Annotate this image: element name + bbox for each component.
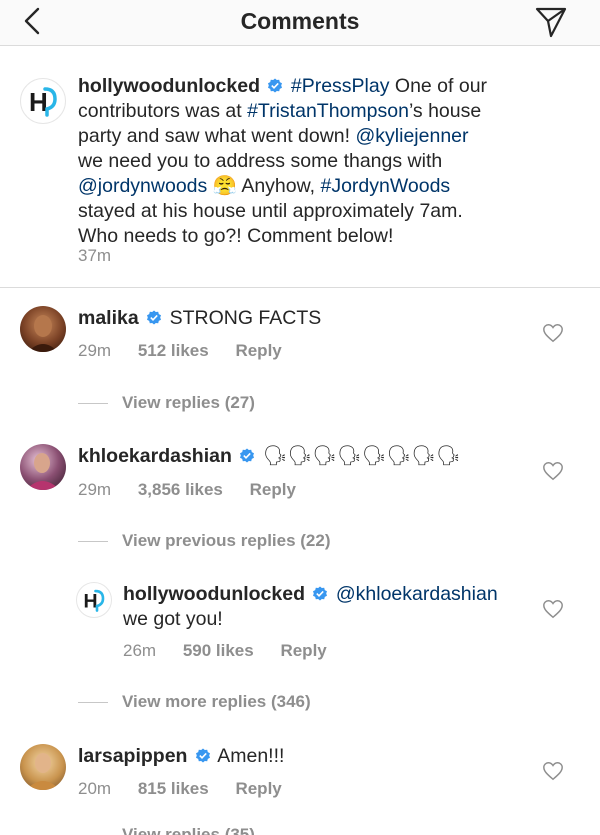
verified-badge-icon xyxy=(268,78,283,93)
divider-line xyxy=(78,702,108,704)
comment-text: larsapippen Amen!!! xyxy=(78,744,284,769)
likes-count[interactable]: 3,856 likes xyxy=(138,480,223,499)
reply-button[interactable]: Reply xyxy=(280,641,326,660)
divider-line xyxy=(78,403,108,405)
reply-text: hollywoodunlocked @khloekardashian we go… xyxy=(123,582,543,632)
caption-line: ’s house xyxy=(408,100,482,122)
svg-text:H: H xyxy=(84,591,98,613)
caption-line: stayed at his house until approximately … xyxy=(78,200,463,222)
avatar[interactable]: H xyxy=(20,78,66,124)
divider-line xyxy=(78,541,108,543)
caption-line: party and saw what went down! xyxy=(78,125,356,147)
view-more-replies-button[interactable]: View more replies (346) xyxy=(78,692,311,712)
comment-username[interactable]: khloekardashian xyxy=(78,445,232,467)
likes-count[interactable]: 815 likes xyxy=(138,779,209,798)
comment-username[interactable]: malika xyxy=(78,307,139,329)
hashtag-link[interactable]: #JordynWoods xyxy=(320,175,450,197)
svg-text:H: H xyxy=(29,87,48,117)
view-replies-label: View more replies (346) xyxy=(122,692,311,711)
like-heart-icon[interactable] xyxy=(542,598,564,620)
view-replies-button[interactable]: View replies (27) xyxy=(78,393,255,413)
mention-link[interactable]: @jordynwoods xyxy=(78,175,207,197)
timestamp: 26m xyxy=(123,641,157,660)
avatar[interactable] xyxy=(20,744,66,790)
like-heart-icon[interactable] xyxy=(542,460,564,482)
hollywoodunlocked-logo-icon: H xyxy=(29,87,57,117)
hashtag-link[interactable]: #PressPlay xyxy=(291,75,390,97)
comment-body: STRONG FACTS xyxy=(169,307,322,329)
timestamp: 29m xyxy=(78,480,112,499)
emoji: 😤 xyxy=(212,175,237,197)
reply-body: we got you! xyxy=(123,608,223,630)
comment-text: malika STRONG FACTS xyxy=(78,306,321,331)
timestamp: 20m xyxy=(78,779,112,798)
comment-text: khloekardashian 🗣🗣🗣🗣🗣🗣🗣🗣 xyxy=(78,444,461,469)
caption-line: One of our xyxy=(389,75,488,97)
view-replies-label: View previous replies (22) xyxy=(122,531,331,550)
comment-meta: 20m 815 likes Reply xyxy=(78,779,304,799)
caption-line: Who needs to go?! Comment below! xyxy=(78,225,394,247)
comment-meta: 29m 512 likes Reply xyxy=(78,341,304,361)
view-replies-label: View replies (35) xyxy=(122,825,255,835)
caption-line: Anyhow, xyxy=(236,175,321,197)
comment-body: Amen!!! xyxy=(217,745,285,767)
like-heart-icon[interactable] xyxy=(542,322,564,344)
reply-button[interactable]: Reply xyxy=(250,480,296,499)
likes-count[interactable]: 590 likes xyxy=(183,641,254,660)
caption-line: we need you to address some thangs with xyxy=(78,150,443,172)
comment-meta: 29m 3,856 likes Reply xyxy=(78,480,318,500)
verified-badge-icon xyxy=(147,310,162,325)
page-title: Comments xyxy=(240,8,360,34)
reply-button[interactable]: Reply xyxy=(235,779,281,798)
verified-badge-icon xyxy=(195,748,210,763)
post-caption: H hollywoodunlocked #PressPlay One of ou… xyxy=(0,46,600,288)
avatar-photo-icon xyxy=(28,315,58,352)
caption-line: contributors was at xyxy=(78,100,248,122)
timestamp: 29m xyxy=(78,341,112,360)
comment-username[interactable]: larsapippen xyxy=(78,745,187,767)
verified-badge-icon xyxy=(240,448,255,463)
send-direct-icon[interactable] xyxy=(534,5,568,39)
reply-username[interactable]: hollywoodunlocked xyxy=(123,583,305,605)
mention-link[interactable]: @khloekardashian xyxy=(336,583,498,605)
likes-count[interactable]: 512 likes xyxy=(138,341,209,360)
caption-text: hollywoodunlocked #PressPlay One of our … xyxy=(78,74,578,249)
avatar-photo-icon xyxy=(26,453,60,490)
avatar[interactable]: H xyxy=(76,582,112,618)
caption-meta: 37m xyxy=(78,246,133,266)
comment-body: 🗣🗣🗣🗣🗣🗣🗣🗣 xyxy=(262,445,461,467)
avatar[interactable] xyxy=(20,306,66,352)
avatar[interactable] xyxy=(20,444,66,490)
verified-badge-icon xyxy=(313,586,328,601)
view-previous-replies-button[interactable]: View previous replies (22) xyxy=(78,531,331,551)
like-heart-icon[interactable] xyxy=(542,760,564,782)
avatar-photo-icon xyxy=(26,753,60,790)
view-replies-button[interactable]: View replies (35) xyxy=(78,825,255,835)
mention-link[interactable]: @kyliejenner xyxy=(356,125,469,147)
reply-meta: 26m 590 likes Reply xyxy=(123,641,349,661)
header-bar: Comments xyxy=(0,0,600,46)
caption-username[interactable]: hollywoodunlocked xyxy=(78,75,260,97)
hollywoodunlocked-logo-icon: H xyxy=(84,589,105,613)
view-replies-label: View replies (27) xyxy=(122,393,255,412)
timestamp: 37m xyxy=(78,246,112,265)
hashtag-link[interactable]: #TristanThompson xyxy=(247,100,409,122)
reply-button[interactable]: Reply xyxy=(235,341,281,360)
